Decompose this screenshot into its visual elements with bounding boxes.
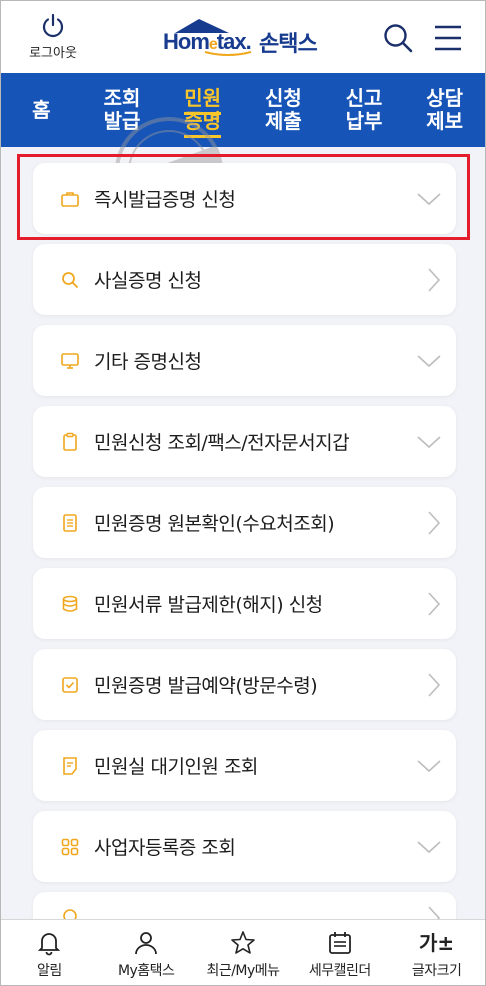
calendar-icon [328, 932, 351, 954]
logout-label: 로그아웃 [29, 46, 77, 61]
list-item-label: 민원서류 발급제한(해지) 신청 [94, 594, 323, 616]
chevron-down-icon [417, 435, 441, 448]
monitor-icon [61, 352, 79, 369]
bottom-tab-label: 알림 [37, 963, 62, 979]
chevron-down-icon [417, 759, 441, 772]
list-item[interactable]: 사실증명 신청 [33, 244, 456, 315]
list-item[interactable]: 즉시발급증명 신청 [33, 163, 456, 234]
user-icon [135, 932, 158, 955]
bottom-tab-label: 글자크기 [411, 963, 462, 979]
list-item-label: 민원증명 원본확인(수요처조회) [94, 513, 335, 535]
list-item[interactable]: 민원서류 발급제한(해지) 신청 [33, 568, 456, 639]
check-box-icon [62, 676, 78, 693]
grid-icon [61, 838, 79, 855]
search-icon [62, 271, 78, 288]
list-item[interactable]: 민원증명 발급예약(방문수령) [33, 649, 456, 720]
top-header: 로그아웃 Hometax. 손택스 [1, 1, 485, 73]
clipboard-icon [63, 432, 77, 451]
chevron-down-icon [417, 354, 441, 367]
chevron-right-icon [428, 510, 441, 535]
bell-icon [38, 933, 61, 956]
nav-tab-certificates[interactable]: 민원 증명 [162, 86, 243, 138]
nav-tab-label: 상담 제보 [426, 86, 464, 133]
hometax-logo[interactable]: Hometax. 손택스 [159, 17, 334, 57]
bottom-tab-font-size[interactable]: 가± 글자크기 [388, 920, 485, 985]
main-nav: 홈 조회 발급 민원 증명 신청 제출 신고 납부 상담 제보 [1, 73, 485, 147]
bottom-tab-label: 세무캘린더 [308, 963, 371, 979]
nav-tab-label: 신고 납부 [345, 86, 383, 133]
nav-tab-label: 조회 발급 [103, 86, 141, 133]
list-item[interactable]: 민원실 대기인원 조회 [33, 730, 456, 801]
bottom-tab-alerts[interactable]: 알림 [1, 920, 98, 985]
logo-swoosh-icon [204, 51, 252, 56]
list-item-label: 민원신청 조회/팩스/전자문서지갑 [94, 432, 350, 454]
list-item[interactable]: 민원신청 조회/팩스/전자문서지갑 [33, 406, 456, 477]
list-item-label: 즉시발급증명 신청 [94, 189, 236, 211]
logout-button[interactable]: 로그아웃 [23, 13, 83, 61]
briefcase-icon [61, 191, 79, 207]
search-icon[interactable] [383, 23, 413, 53]
power-icon [42, 13, 64, 38]
list-item[interactable]: 민원증명 원본확인(수요처조회) [33, 487, 456, 558]
list-item-label: 사실증명 신청 [94, 270, 202, 292]
chevron-right-icon [428, 672, 441, 697]
list-item-label: 민원증명 발급예약(방문수령) [94, 675, 318, 697]
bottom-tab-label: My홈택스 [117, 963, 175, 979]
nav-tab-home[interactable]: 홈 [1, 97, 82, 122]
bottom-tab-label: 최근/My메뉴 [206, 963, 280, 979]
list-item[interactable]: 기타 증명신청 [33, 325, 456, 396]
nav-tab-label: 민원 증명 [184, 86, 222, 138]
nav-tab-label: 신청 제출 [264, 86, 302, 133]
chevron-right-icon [428, 267, 441, 292]
bottom-tab-recent-menu[interactable]: 최근/My메뉴 [195, 920, 292, 985]
chevron-right-icon [428, 591, 441, 616]
nav-tab-consult[interactable]: 상담 제보 [404, 87, 485, 133]
chevron-down-icon [417, 840, 441, 853]
font-size-icon: 가± [419, 931, 455, 955]
nav-tab-application[interactable]: 신청 제출 [243, 87, 324, 133]
brand-en-part-a: Hom [163, 29, 210, 54]
brand-korean: 손택스 [259, 32, 318, 57]
list-item-label: 기타 증명신청 [94, 351, 202, 373]
nav-tab-label: 홈 [32, 97, 51, 122]
bottom-tab-bar: 알림 My홈택스 최근/My메뉴 세무캘린더 가± 글자크기 [1, 919, 485, 985]
bottom-tab-tax-calendar[interactable]: 세무캘린더 [291, 920, 388, 985]
bottom-tab-my-hometax[interactable]: My홈택스 [98, 920, 195, 985]
database-icon [62, 595, 78, 612]
list-item-label: 민원실 대기인원 조회 [94, 756, 258, 778]
nav-tab-filing[interactable]: 신고 납부 [324, 87, 405, 133]
hamburger-menu-icon[interactable] [433, 25, 463, 51]
note-icon [63, 756, 77, 775]
document-icon [63, 513, 77, 532]
chevron-down-icon [417, 192, 441, 205]
star-icon [231, 931, 255, 954]
nav-tab-inquiry[interactable]: 조회 발급 [82, 87, 163, 133]
app-screen: 로그아웃 Hometax. 손택스 홈 조회 발급 민원 증명 신청 제출 신고… [0, 0, 486, 986]
certificate-menu-list: 즉시발급증명 신청 사실증명 신청 기타 증명신청 민원신청 조회/팩스/전자문… [33, 163, 456, 973]
list-item-label: 사업자등록증 조회 [94, 837, 236, 859]
list-item[interactable]: 사업자등록증 조회 [33, 811, 456, 882]
